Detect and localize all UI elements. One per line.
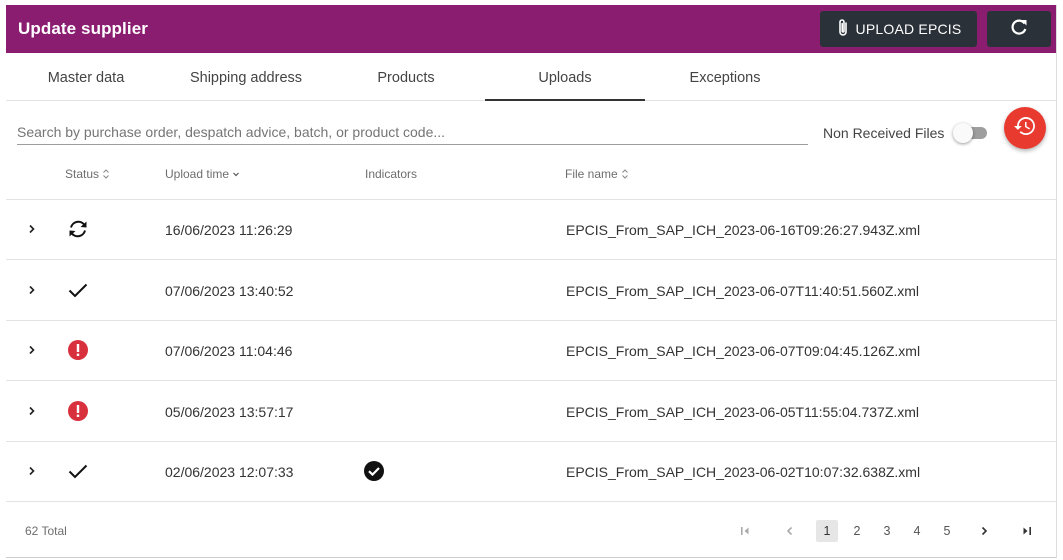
page-title: Update supplier xyxy=(18,19,148,38)
search-input[interactable] xyxy=(17,119,808,145)
previous-page-icon[interactable] xyxy=(779,520,801,542)
upload-time: 02/06/2023 12:07:33 xyxy=(165,464,294,480)
status-success-icon xyxy=(66,459,90,483)
tab-master-data[interactable]: Master data xyxy=(6,53,166,101)
file-name: EPCIS_From_SAP_ICH_2023-06-02T10:07:32.6… xyxy=(566,464,921,480)
column-header-file-name[interactable]: File name xyxy=(565,163,629,185)
status-error-icon xyxy=(66,399,90,423)
upload-epcis-label: UPLOAD EPCIS xyxy=(855,21,962,37)
tab-shipping-address[interactable]: Shipping address xyxy=(166,53,326,101)
expand-row-chevron-icon[interactable] xyxy=(26,343,38,357)
column-status-label: Status xyxy=(65,167,100,181)
page-4-button[interactable]: 4 xyxy=(906,520,928,542)
status-error-icon xyxy=(66,338,90,362)
column-upload-time-label: Upload time xyxy=(165,167,230,181)
sort-unsorted-icon xyxy=(621,168,629,180)
sort-descending-icon xyxy=(232,168,240,180)
tab-uploads[interactable]: Uploads xyxy=(485,53,645,101)
table-row: 07/06/2023 11:04:46 EPCIS_From_SAP_ICH_2… xyxy=(6,321,1056,381)
column-header-indicators: Indicators xyxy=(365,163,417,185)
page-5-button[interactable]: 5 xyxy=(936,520,958,542)
upload-epcis-button[interactable]: UPLOAD EPCIS xyxy=(820,11,977,47)
upload-time: 07/06/2023 13:40:52 xyxy=(165,283,294,299)
paperclip-icon xyxy=(836,18,850,41)
file-name: EPCIS_From_SAP_ICH_2023-06-07T11:40:51.5… xyxy=(566,283,920,299)
last-page-icon[interactable] xyxy=(1016,520,1038,542)
status-processing-icon xyxy=(66,217,90,241)
expand-row-chevron-icon[interactable] xyxy=(26,283,38,297)
expand-row-chevron-icon[interactable] xyxy=(26,404,38,418)
file-name: EPCIS_From_SAP_ICH_2023-06-07T09:04:45.1… xyxy=(566,343,921,359)
update-supplier-panel: Update supplier UPLOAD EPCIS Master data… xyxy=(6,5,1057,558)
next-page-icon[interactable] xyxy=(973,520,995,542)
tab-bar: Master data Shipping address Products Up… xyxy=(6,53,1056,101)
status-success-icon xyxy=(66,278,90,302)
table-row: 02/06/2023 12:07:33 EPCIS_From_SAP_ICH_2… xyxy=(6,442,1056,502)
file-name: EPCIS_From_SAP_ICH_2023-06-16T09:26:27.9… xyxy=(566,222,921,238)
column-file-name-label: File name xyxy=(565,167,618,181)
page-1-button[interactable]: 1 xyxy=(816,520,838,542)
first-page-icon[interactable] xyxy=(734,520,756,542)
refresh-button[interactable] xyxy=(987,11,1051,47)
non-received-files-label: Non Received Files xyxy=(823,125,945,141)
table-row: 16/06/2023 11:26:29 EPCIS_From_SAP_ICH_2… xyxy=(6,200,1056,260)
sort-unsorted-icon xyxy=(102,168,110,180)
toggle-thumb xyxy=(953,123,973,143)
page-2-button[interactable]: 2 xyxy=(846,520,868,542)
tab-products[interactable]: Products xyxy=(326,53,486,101)
non-received-files-toggle[interactable] xyxy=(953,123,989,143)
table-row: 05/06/2023 13:57:17 EPCIS_From_SAP_ICH_2… xyxy=(6,382,1056,442)
column-header-status[interactable]: Status xyxy=(65,163,110,185)
upload-time: 16/06/2023 11:26:29 xyxy=(165,222,293,238)
search-row: Non Received Files xyxy=(6,105,1056,157)
file-name: EPCIS_From_SAP_ICH_2023-06-05T11:55:04.7… xyxy=(566,404,920,420)
check-circle-icon xyxy=(363,460,385,482)
upload-time: 05/06/2023 13:57:17 xyxy=(165,404,294,420)
column-header-upload-time[interactable]: Upload time xyxy=(165,163,240,185)
column-indicators-label: Indicators xyxy=(365,167,418,181)
refresh-icon xyxy=(1009,17,1029,42)
history-icon xyxy=(1013,114,1037,143)
expand-row-chevron-icon[interactable] xyxy=(26,464,38,478)
total-count: 62 Total xyxy=(25,524,67,538)
upload-time: 07/06/2023 11:04:46 xyxy=(165,343,293,359)
expand-row-chevron-icon[interactable] xyxy=(26,222,38,236)
header-bar: Update supplier UPLOAD EPCIS xyxy=(6,5,1056,53)
history-button[interactable] xyxy=(1004,107,1046,149)
table-row: 07/06/2023 13:40:52 EPCIS_From_SAP_ICH_2… xyxy=(6,261,1056,321)
page-3-button[interactable]: 3 xyxy=(876,520,898,542)
tab-exceptions[interactable]: Exceptions xyxy=(645,53,805,101)
